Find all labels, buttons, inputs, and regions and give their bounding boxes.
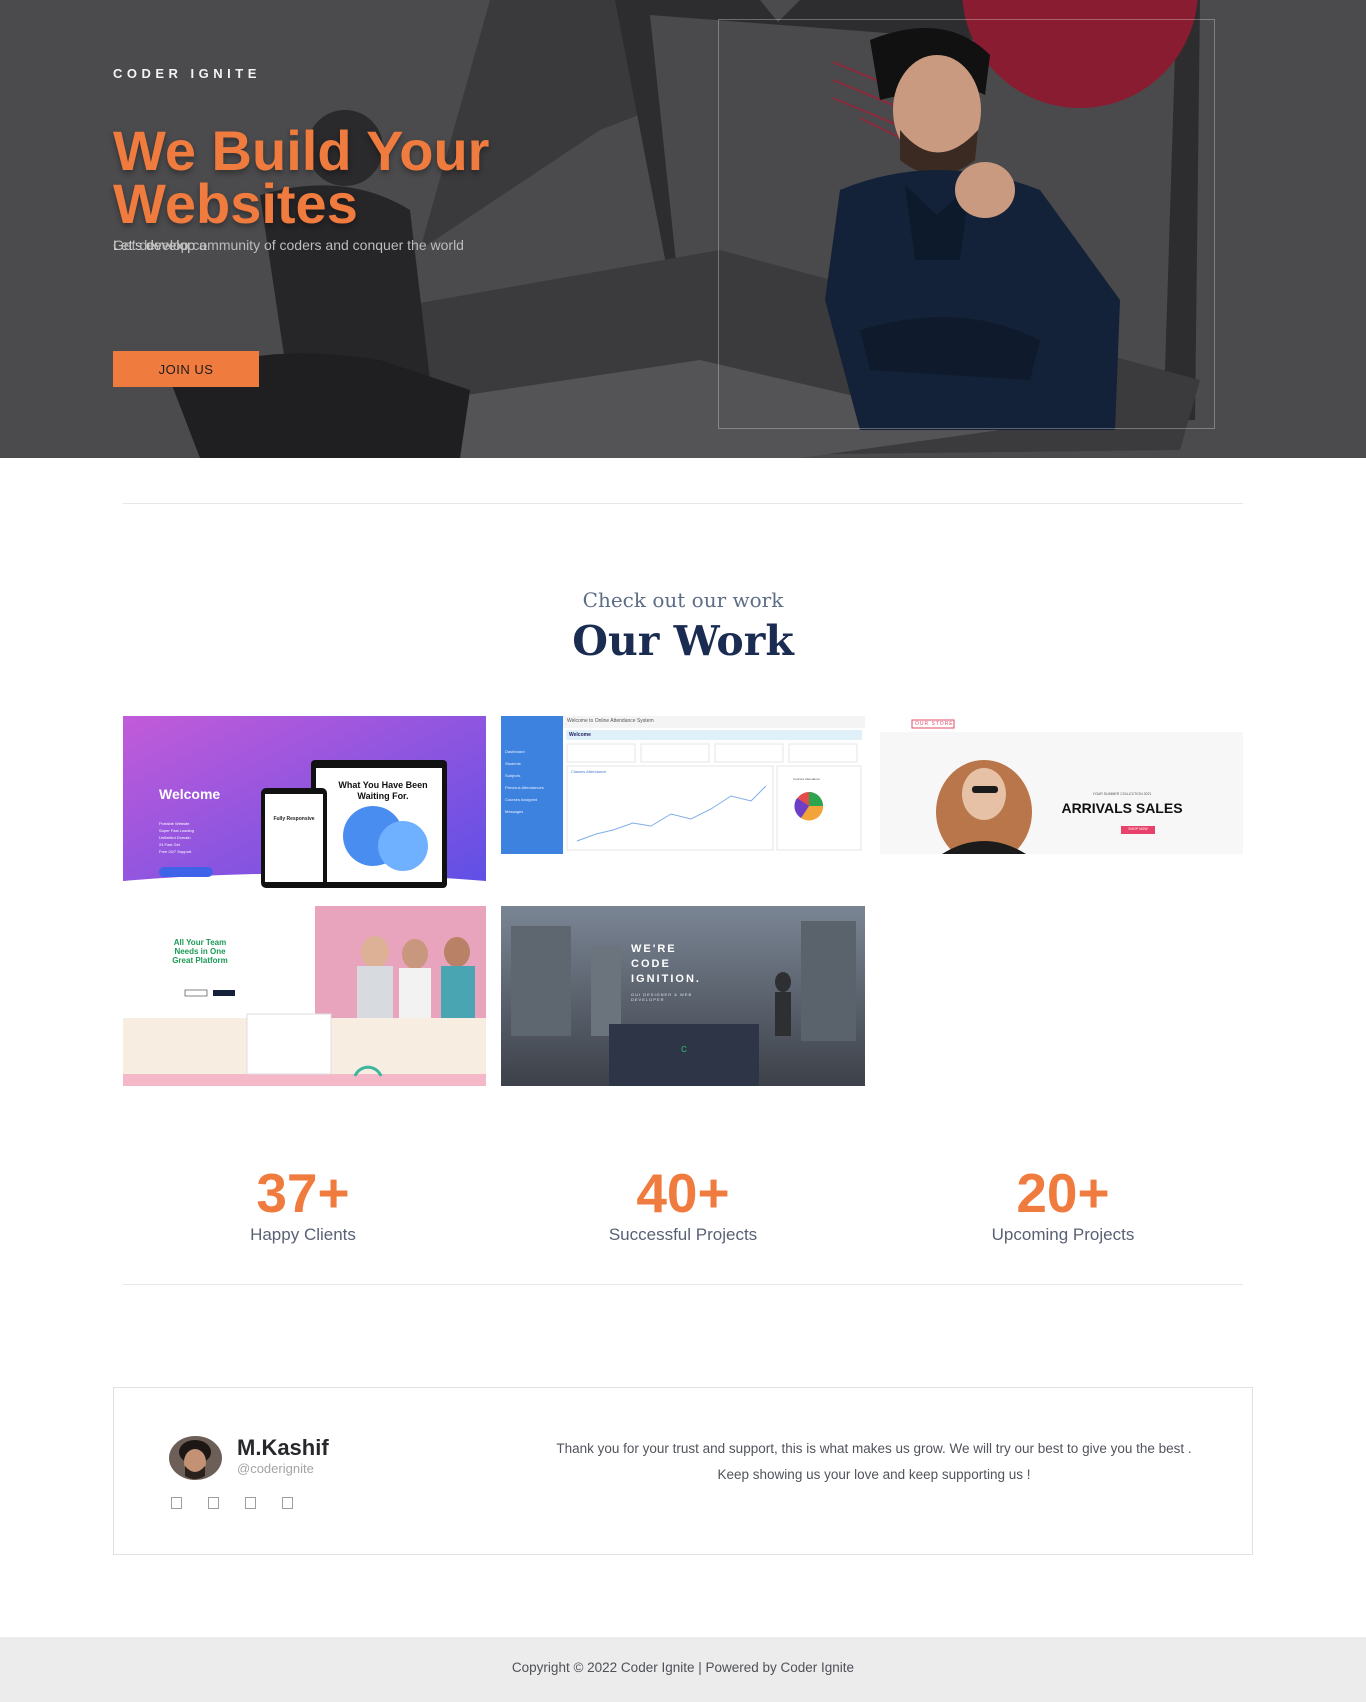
project-card-1[interactable]: Welcome What You Have Been Waiting For. … bbox=[123, 716, 486, 896]
project-3-kicker: YOUR SUMMER COLLECTION 2021 bbox=[1092, 792, 1152, 796]
project-thumbnail-4 bbox=[123, 906, 486, 1086]
project-card-5[interactable]: C WE'RE CODE IGNITION. GUI DESIGNER & WE… bbox=[501, 906, 865, 1086]
sidebar-item: Courses Assigned bbox=[505, 797, 538, 802]
sidebar-item: Previous Attendances bbox=[505, 785, 544, 790]
hero-section: CODER IGNITE We Build Your Websites Let'… bbox=[0, 0, 1366, 458]
project-card-3[interactable]: OUR STORE YOUR SUMMER COLLECTION 2021 AR… bbox=[880, 716, 1243, 854]
twitter-icon[interactable] bbox=[208, 1497, 219, 1509]
project-1-welcome: Welcome bbox=[159, 786, 221, 802]
section-divider bbox=[123, 503, 1243, 504]
testimonial-handle: @coderignite bbox=[237, 1461, 314, 1476]
work-subtitle: Check out our work bbox=[582, 588, 784, 612]
stat-label: Upcoming Projects bbox=[991, 1225, 1135, 1244]
avatar bbox=[169, 1436, 222, 1480]
project-card-4[interactable]: All Your Team Needs in One Great Platfor… bbox=[123, 906, 486, 1086]
stat-label: Successful Projects bbox=[608, 1225, 758, 1244]
brand-name: CODER IGNITE bbox=[113, 66, 261, 81]
sidebar-item: Subjects bbox=[505, 773, 521, 778]
project-2-banner: Welcome bbox=[569, 732, 591, 738]
hero-tagline: Get develop community of coders and conq… bbox=[113, 237, 464, 253]
stat-label: Happy Clients bbox=[250, 1225, 356, 1244]
feature-item: Unlimited Domain bbox=[159, 835, 191, 840]
project-2-chart-title: Classes Attendance bbox=[571, 769, 607, 774]
section-divider bbox=[123, 1284, 1243, 1285]
feature-item: 24 Fast Get bbox=[159, 842, 180, 847]
sidebar-item: Messages bbox=[505, 809, 524, 814]
project-thumbnail-3 bbox=[880, 716, 1243, 854]
project-4-headline: All Your Team Needs in One Great Platfor… bbox=[172, 938, 228, 965]
project-card-2[interactable]: Welcome to Online Attendance System Welc… bbox=[501, 716, 865, 854]
project-1-device-title: Fully Responsive bbox=[273, 816, 315, 822]
hero-headline: We Build Your Websites bbox=[113, 119, 490, 235]
project-2-legend-title: Courses Attendance bbox=[793, 777, 821, 781]
hero-frame bbox=[718, 19, 1215, 429]
project-2-header: Welcome to Online Attendance System bbox=[567, 718, 654, 724]
feature-item: Portable Website bbox=[159, 821, 190, 826]
copyright-text: Copyright © 2022 Coder Ignite | Powered … bbox=[511, 1660, 855, 1675]
join-us-button[interactable]: JOIN US bbox=[113, 351, 259, 387]
project-2-sidebar: Dashboard Students Subjects Previous Att… bbox=[505, 746, 544, 818]
stat-value: 20+ bbox=[1016, 1162, 1110, 1224]
feature-item: Free 24/7 Support bbox=[159, 849, 192, 854]
sidebar-item: Dashboard bbox=[505, 749, 525, 754]
feature-item: Super Fast Loading bbox=[159, 828, 194, 833]
project-3-headline: ARRIVALS SALES bbox=[1061, 800, 1183, 816]
project-5-sub: GUI DESIGNER & WEB DEVELOPER bbox=[631, 992, 693, 1002]
work-title: Our Work bbox=[572, 617, 794, 665]
project-5-headline: WE'RE CODE IGNITION. bbox=[631, 943, 701, 985]
stat-upcoming-projects: 20+ Upcoming Projects bbox=[873, 1163, 1253, 1245]
linkedin-icon[interactable] bbox=[282, 1497, 293, 1509]
facebook-icon[interactable] bbox=[171, 1497, 182, 1509]
footer: Copyright © 2022 Coder Ignite | Powered … bbox=[0, 1637, 1366, 1702]
svg-text:C: C bbox=[681, 1045, 687, 1054]
stat-value: 40+ bbox=[636, 1162, 730, 1224]
project-thumbnail-1 bbox=[123, 716, 486, 896]
project-thumbnail-2 bbox=[501, 716, 865, 854]
stat-successful-projects: 40+ Successful Projects bbox=[493, 1163, 873, 1245]
testimonial-text: Thank you for your trust and support, th… bbox=[556, 1441, 1192, 1482]
stat-value: 37+ bbox=[256, 1162, 350, 1224]
project-1-headline: What You Have Been Waiting For. bbox=[338, 780, 428, 801]
sidebar-item: Students bbox=[505, 761, 521, 766]
project-1-features: Portable Website Super Fast Loading Unli… bbox=[159, 820, 194, 855]
project-3-logo: OUR STORE bbox=[915, 721, 954, 727]
instagram-icon[interactable] bbox=[245, 1497, 256, 1509]
testimonial-name: M.Kashif bbox=[237, 1435, 329, 1460]
testimonial-card: M.Kashif @coderignite Thank you for your… bbox=[113, 1387, 1253, 1555]
stat-happy-clients: 37+ Happy Clients bbox=[113, 1163, 493, 1245]
project-3-button: SHOP NOW bbox=[1128, 827, 1148, 831]
social-links bbox=[171, 1497, 293, 1509]
